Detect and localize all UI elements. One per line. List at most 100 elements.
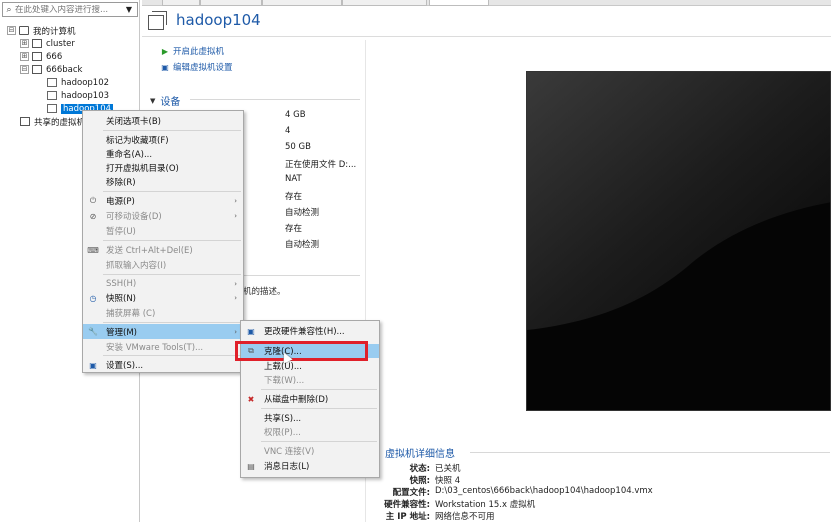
menu-item-removable-devices[interactable]: ⊘ 可移动设备(D) › xyxy=(83,209,243,223)
menu-item-snapshot[interactable]: ◷ 快照(N) › xyxy=(83,291,243,305)
device-value: 50 GB xyxy=(285,142,311,152)
tree-item-shared-vms[interactable]: 共享的虚拟机 xyxy=(20,115,85,128)
menu-separator xyxy=(103,130,241,131)
menu-item-grab-input[interactable]: 抓取输入内容(I) xyxy=(83,258,243,272)
tree-item-label: cluster xyxy=(46,38,75,49)
settings-icon: ▣ xyxy=(89,360,97,370)
menu-item-favorite[interactable]: 标记为收藏项(F) xyxy=(83,133,243,147)
menu-item-remove[interactable]: 移除(R) xyxy=(83,175,243,189)
menu-item-ssh[interactable]: SSH(H) › xyxy=(83,277,243,291)
menu-item-label: 管理(M) xyxy=(106,327,137,338)
device-value: 自动检测 xyxy=(285,208,320,218)
menu-item-install-tools[interactable]: 安装 VMware Tools(T)... xyxy=(83,340,243,354)
tab-1[interactable] xyxy=(162,0,200,6)
menu-item-label: 可移动设备(D) xyxy=(106,212,162,222)
menu-item-label: 设置(S)... xyxy=(106,361,144,371)
menu-item-label: 消息日志(L) xyxy=(264,462,310,472)
menu-separator xyxy=(103,240,241,241)
edit-settings-link[interactable]: ▣ 编辑虚拟机设置 xyxy=(160,61,232,74)
vm-description[interactable]: 机的描述。 xyxy=(243,285,286,297)
vm-header: hadoop104 xyxy=(148,11,261,30)
detail-hw-compat: 硬件兼容性: Workstation 15.x 虚拟机 xyxy=(362,498,535,510)
menu-item-download[interactable]: 下载(W)... xyxy=(241,373,379,387)
context-menu: 关闭选项卡(B) 标记为收藏项(F) 重命名(A)... 打开虚拟机目录(O) … xyxy=(82,110,244,373)
devices-section-header[interactable]: ▼ 设备 xyxy=(150,93,181,109)
collapse-icon[interactable]: ⊟ xyxy=(7,26,16,35)
menu-item-pause[interactable]: 暂停(U) xyxy=(83,224,243,238)
menu-item-open-directory[interactable]: 打开虚拟机目录(O) xyxy=(83,161,243,175)
tree-item-label: hadoop103 xyxy=(61,90,110,101)
tab-2[interactable] xyxy=(200,0,262,6)
menu-item-vnc[interactable]: VNC 连接(V) xyxy=(241,444,379,458)
menu-item-message-log[interactable]: ▤ 消息日志(L) xyxy=(241,459,379,473)
menu-item-send-ctrl-alt-del[interactable]: ⌨ 发送 Ctrl+Alt+Del(E) xyxy=(83,243,243,257)
menu-item-clone[interactable]: ⧉ 克隆(C)... xyxy=(241,344,379,358)
vm-icon xyxy=(47,78,57,87)
device-value: 自动检测 xyxy=(285,240,320,250)
collapse-triangle-icon[interactable]: ▼ xyxy=(150,97,155,105)
folder-icon xyxy=(32,52,42,61)
log-icon: ▤ xyxy=(247,461,255,471)
menu-item-power[interactable]: ⏻ 电源(P) › xyxy=(83,194,243,208)
menu-item-permissions[interactable]: 权限(P)... xyxy=(241,425,379,439)
menu-separator xyxy=(103,274,241,275)
device-value: 4 xyxy=(285,126,291,136)
collapse-icon[interactable]: ⊟ xyxy=(20,65,29,74)
tab-4[interactable] xyxy=(342,0,427,6)
vm-icon xyxy=(47,91,57,100)
snapshot-icon: ◷ xyxy=(89,293,97,303)
tree-item-666back[interactable]: ⊟ 666back xyxy=(20,63,82,76)
detail-value: 已关机 xyxy=(435,464,461,474)
menu-item-capture-screen[interactable]: 捕获屏幕 (C) xyxy=(83,306,243,320)
menu-item-manage[interactable]: 🔧 管理(M) › xyxy=(83,324,243,339)
shared-vms-icon xyxy=(20,117,30,126)
tab-active[interactable] xyxy=(429,0,489,6)
menu-item-rename[interactable]: 重命名(A)... xyxy=(83,147,243,161)
keyboard-icon: ⌨ xyxy=(87,245,99,255)
folder-icon xyxy=(32,65,42,74)
section-title: 设备 xyxy=(160,97,181,108)
menu-item-change-hw-compat[interactable]: ▣ 更改硬件兼容性(H)... xyxy=(241,324,379,338)
menu-item-delete-from-disk[interactable]: ✖ 从磁盘中删除(D) xyxy=(241,392,379,406)
device-value: NAT xyxy=(285,174,302,184)
menu-separator xyxy=(103,191,241,192)
vm-icon xyxy=(47,104,57,113)
menu-item-settings[interactable]: ▣ 设置(S)... xyxy=(83,358,243,372)
tab-3[interactable] xyxy=(262,0,342,6)
detail-key: 硬件兼容性: xyxy=(384,500,430,510)
tree-item-666[interactable]: ⊞ 666 xyxy=(20,50,62,63)
submenu-arrow-icon: › xyxy=(234,212,237,220)
menu-item-label: 捕获屏幕 (C) xyxy=(106,309,156,319)
menu-item-share[interactable]: 共享(S)... xyxy=(241,411,379,425)
search-input[interactable] xyxy=(15,4,123,15)
page-title: hadoop104 xyxy=(176,11,261,29)
menu-item-upload[interactable]: 上载(U)... xyxy=(241,359,379,373)
expand-icon[interactable]: ⊞ xyxy=(20,52,29,61)
play-icon: ▶ xyxy=(161,46,169,56)
vm-icon xyxy=(148,11,168,30)
removable-devices-icon: ⊘ xyxy=(89,211,97,221)
power-icon: ⏻ xyxy=(89,196,97,205)
menu-item-close-tab[interactable]: 关闭选项卡(B) xyxy=(83,114,243,128)
library-search[interactable]: ⌕ ▼ xyxy=(2,2,138,17)
tree-item-cluster[interactable]: ⊞ cluster xyxy=(20,37,75,50)
menu-item-label: 抓取输入内容(I) xyxy=(106,261,167,271)
menu-separator xyxy=(103,355,241,356)
menu-item-label: 安装 VMware Tools(T)... xyxy=(106,343,204,353)
tree-item-label: 我的计算机 xyxy=(33,26,76,37)
menu-separator xyxy=(103,322,241,323)
menu-item-label: 更改硬件兼容性(H)... xyxy=(264,327,345,337)
menu-separator xyxy=(261,408,377,409)
detail-key: 配置文件: xyxy=(392,488,430,498)
power-on-link[interactable]: ▶ 开启此虚拟机 xyxy=(160,45,224,58)
tree-item-hadoop103[interactable]: hadoop103 xyxy=(47,89,109,102)
tree-item-my-computer[interactable]: ⊟ 我的计算机 xyxy=(7,24,76,37)
menu-item-label: 重命名(A)... xyxy=(106,150,153,160)
tree-item-hadoop102[interactable]: hadoop102 xyxy=(47,76,109,89)
submenu-arrow-icon: › xyxy=(234,197,237,205)
chevron-down-icon[interactable]: ▼ xyxy=(123,5,135,14)
vm-screen-preview[interactable] xyxy=(526,71,831,411)
menu-item-label: 电源(P) xyxy=(106,197,135,207)
expand-icon[interactable]: ⊞ xyxy=(20,39,29,48)
menu-item-label: 共享(S)... xyxy=(264,414,302,424)
